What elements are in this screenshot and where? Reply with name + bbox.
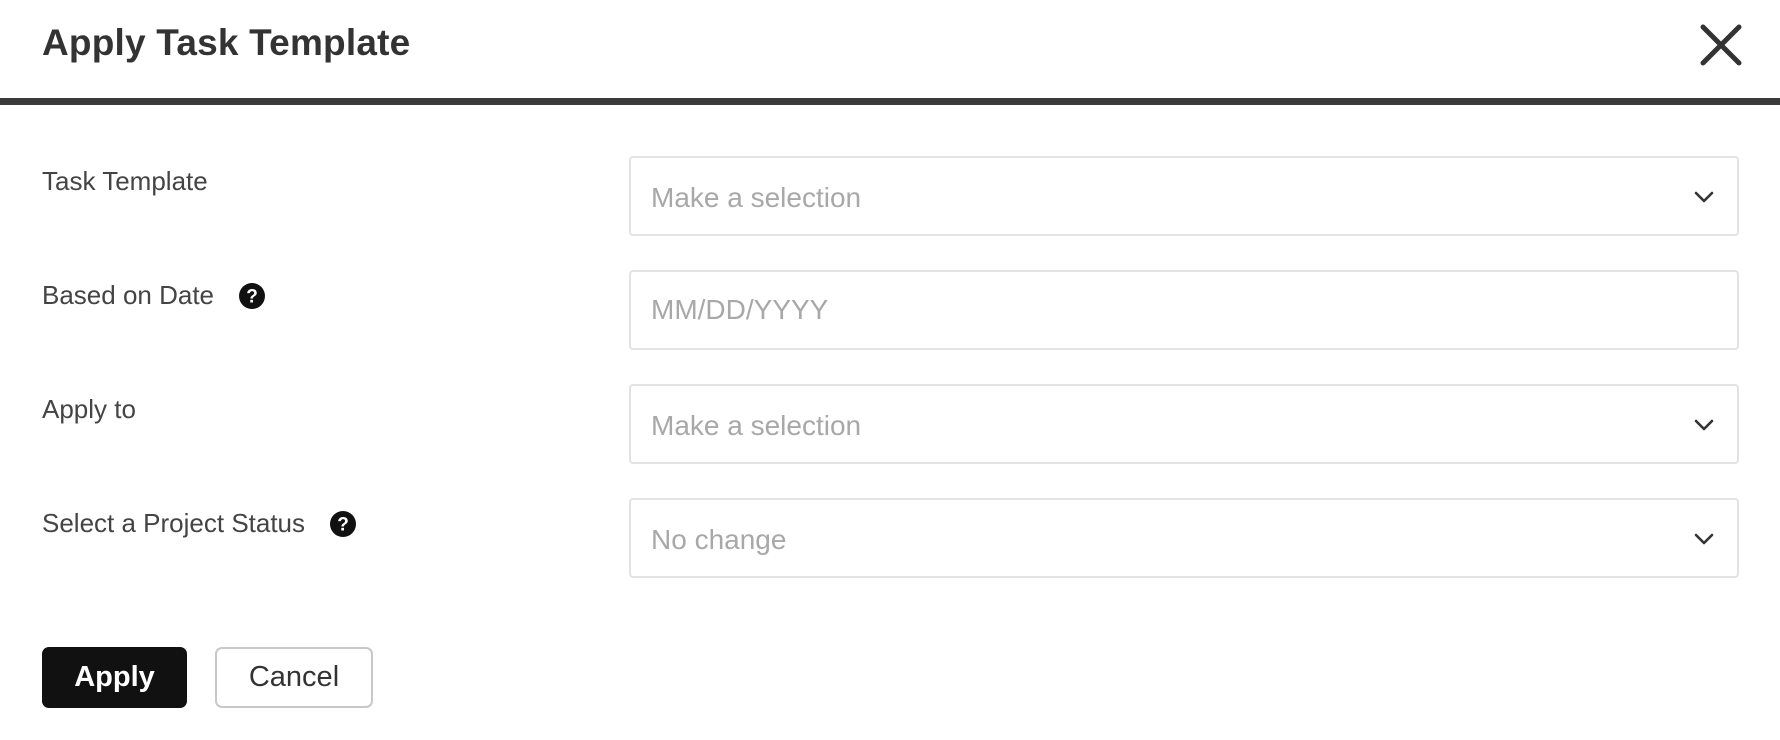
dialog-header: Apply Task Template: [0, 0, 1780, 105]
apply-to-select[interactable]: Make a selection: [629, 384, 1739, 464]
based-on-date-label: Based on Date: [42, 280, 215, 310]
close-button[interactable]: [1698, 22, 1744, 68]
chevron-down-icon: [1694, 533, 1714, 545]
help-icon[interactable]: ?: [238, 282, 266, 310]
apply-task-template-dialog: Apply Task Template Task Template Make a…: [0, 0, 1780, 740]
project-status-select[interactable]: No change: [629, 498, 1739, 578]
task-template-select[interactable]: Make a selection: [629, 156, 1739, 236]
task-template-placeholder: Make a selection: [651, 182, 862, 213]
close-icon: [1700, 24, 1742, 66]
task-template-label: Task Template: [42, 166, 208, 196]
apply-button[interactable]: Apply: [42, 647, 187, 708]
task-template-row: Task Template Make a selection: [0, 156, 1780, 240]
project-status-label: Select a Project Status: [42, 508, 306, 538]
svg-text:?: ?: [337, 514, 349, 535]
help-icon[interactable]: ?: [329, 510, 357, 538]
based-on-date-row: Based on Date ?: [0, 270, 1780, 354]
chevron-down-icon: [1694, 419, 1714, 431]
apply-to-label: Apply to: [42, 394, 136, 424]
cancel-button[interactable]: Cancel: [215, 647, 373, 708]
dialog-title: Apply Task Template: [42, 22, 411, 63]
chevron-down-icon: [1694, 191, 1714, 203]
based-on-date-field[interactable]: [629, 270, 1739, 350]
project-status-value: No change: [651, 524, 787, 555]
project-status-row: Select a Project Status ? No change: [0, 498, 1780, 582]
apply-to-placeholder: Make a selection: [651, 410, 862, 441]
apply-to-row: Apply to Make a selection: [0, 384, 1780, 468]
svg-text:?: ?: [246, 286, 258, 307]
date-input[interactable]: [631, 272, 1737, 348]
